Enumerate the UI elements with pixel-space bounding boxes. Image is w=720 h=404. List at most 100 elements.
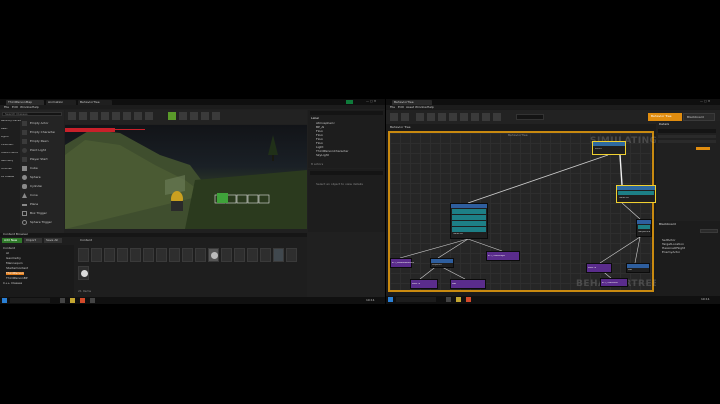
sequence-left-node[interactable]: Sequence — [430, 258, 454, 268]
asset-tile[interactable] — [286, 248, 297, 262]
root-node[interactable]: ROOT — [592, 141, 626, 155]
task-node[interactable]: BTT_ChasePlayer — [486, 251, 520, 261]
browser-icon[interactable] — [80, 298, 85, 303]
stop-icon[interactable] — [493, 113, 501, 121]
asset-tile[interactable] — [273, 248, 284, 262]
new-service-icon[interactable] — [438, 113, 446, 121]
menu-edit[interactable]: Edit — [398, 106, 404, 109]
folder-icon[interactable] — [456, 297, 461, 302]
place-item[interactable]: Sphere — [22, 174, 62, 181]
taskbar-app-icon[interactable] — [60, 298, 65, 303]
asset-tile[interactable] — [260, 248, 271, 262]
place-item[interactable]: Cone — [22, 192, 62, 199]
save-icon[interactable] — [390, 113, 398, 121]
asset-tile[interactable] — [91, 248, 102, 262]
asset-tile[interactable] — [143, 248, 154, 262]
level-viewport[interactable] — [65, 125, 307, 229]
outliner-row[interactable]: ThirdPersonCharacter — [316, 150, 349, 153]
asset-tile[interactable] — [234, 248, 245, 262]
blackboard-key[interactable]: HasLineOfSight — [662, 247, 685, 250]
window-controls[interactable]: — ▢ ✕ — [700, 100, 710, 103]
details-category[interactable] — [658, 140, 716, 143]
start-icon[interactable] — [2, 298, 7, 303]
content-browser-tab[interactable]: Content Browser — [0, 233, 307, 237]
stop-icon[interactable] — [190, 112, 198, 120]
folder-item[interactable]: ThirdPersonBP — [6, 277, 28, 280]
taskbar-app-icon[interactable] — [90, 298, 95, 303]
taskbar-search[interactable] — [10, 298, 50, 303]
category-cinematic[interactable]: Cinematic — [1, 144, 14, 147]
menu-asset[interactable]: Asset — [406, 106, 414, 109]
browse-icon[interactable] — [401, 113, 409, 121]
menu-help[interactable]: Help — [427, 106, 434, 109]
taskbar-search[interactable] — [396, 297, 436, 302]
asset-tile[interactable] — [247, 248, 258, 262]
content-icon[interactable] — [90, 112, 98, 120]
outliner-row[interactable]: Atmospheric — [316, 122, 335, 125]
resume-icon[interactable] — [482, 113, 490, 121]
build-icon[interactable] — [145, 112, 153, 120]
menu-edit[interactable]: Edit — [12, 106, 18, 109]
place-item[interactable]: Empty Character — [22, 129, 62, 136]
blueprints-icon[interactable] — [123, 112, 131, 120]
outliner-row[interactable]: SkyLight — [316, 154, 329, 157]
folder-item[interactable]: C++ Classes — [3, 282, 22, 285]
asset-tile[interactable] — [130, 248, 141, 262]
outliner-search[interactable] — [310, 111, 383, 115]
step-back-icon[interactable] — [460, 113, 468, 121]
import-button[interactable]: Import — [24, 238, 42, 243]
asset-tile[interactable] — [78, 266, 89, 280]
menu-help[interactable]: Help — [32, 106, 39, 109]
start-icon[interactable] — [388, 297, 393, 302]
task-node[interactable]: Wait — [626, 263, 650, 273]
folder-item[interactable]: Geometry — [6, 257, 21, 260]
settings-icon[interactable] — [112, 112, 120, 120]
asset-tile[interactable] — [156, 248, 167, 262]
browser-icon[interactable] — [466, 297, 471, 302]
details-category[interactable] — [658, 135, 716, 138]
class-search-input[interactable]: Search Classes — [2, 112, 62, 116]
menu-window[interactable]: Window — [415, 106, 427, 109]
outliner-row[interactable]: BP_AI — [316, 126, 324, 129]
menu-file[interactable]: File — [4, 106, 9, 109]
sequence-right-node[interactable]: Sequence — [636, 219, 652, 237]
source-control-icon[interactable] — [79, 112, 87, 120]
category-lights[interactable]: Lights — [1, 136, 9, 139]
folder-item-selected[interactable]: ThirdPerson — [6, 272, 24, 275]
place-item[interactable]: Player Start — [22, 156, 62, 163]
task-node[interactable]: BTT_FindRandomPoint — [390, 258, 414, 268]
outliner-row[interactable]: Light — [316, 146, 324, 149]
asset-tile[interactable] — [104, 248, 115, 262]
new-decorator-icon[interactable] — [427, 113, 435, 121]
task-node[interactable]: Move To — [586, 263, 612, 273]
folder-item[interactable]: Mannequin — [6, 262, 23, 265]
marketplace-icon[interactable] — [101, 112, 109, 120]
behavior-tree-graph[interactable]: BehaviorTree SIMULATING BEHAVIORTREE ROO… — [388, 131, 658, 292]
outliner-row[interactable]: Floor — [316, 138, 323, 141]
asset-tile[interactable] — [195, 248, 206, 262]
cinematics-icon[interactable] — [134, 112, 142, 120]
outliner-row[interactable]: Floor — [316, 134, 323, 137]
menu-window[interactable]: Window — [20, 106, 32, 109]
window-controls[interactable]: — ▢ ✕ — [366, 100, 376, 103]
task-node[interactable]: Move To — [410, 279, 438, 289]
pause-icon[interactable] — [179, 112, 187, 120]
asset-tile-sphere[interactable] — [208, 248, 219, 262]
details-search[interactable] — [658, 129, 716, 133]
launch-icon[interactable] — [212, 112, 220, 120]
asset-tile[interactable] — [221, 248, 232, 262]
folder-icon[interactable] — [70, 298, 75, 303]
category-all[interactable]: All Classes — [1, 176, 14, 179]
place-item[interactable]: Cube — [22, 165, 62, 172]
category-recent[interactable]: Recently Placed — [1, 120, 21, 123]
blackboard-key[interactable]: EnemyActor — [662, 251, 680, 254]
new-key-button[interactable] — [700, 229, 718, 233]
save-all-button[interactable]: Save All — [44, 238, 62, 243]
place-item[interactable]: Plane — [22, 201, 62, 208]
asset-tile[interactable] — [169, 248, 180, 262]
taskbar-app-icon[interactable] — [446, 297, 451, 302]
asset-tile[interactable] — [182, 248, 193, 262]
task-node[interactable]: Wait — [450, 279, 486, 289]
place-item[interactable]: Empty Actor — [22, 120, 62, 127]
outliner-row[interactable]: Floor — [316, 130, 323, 133]
